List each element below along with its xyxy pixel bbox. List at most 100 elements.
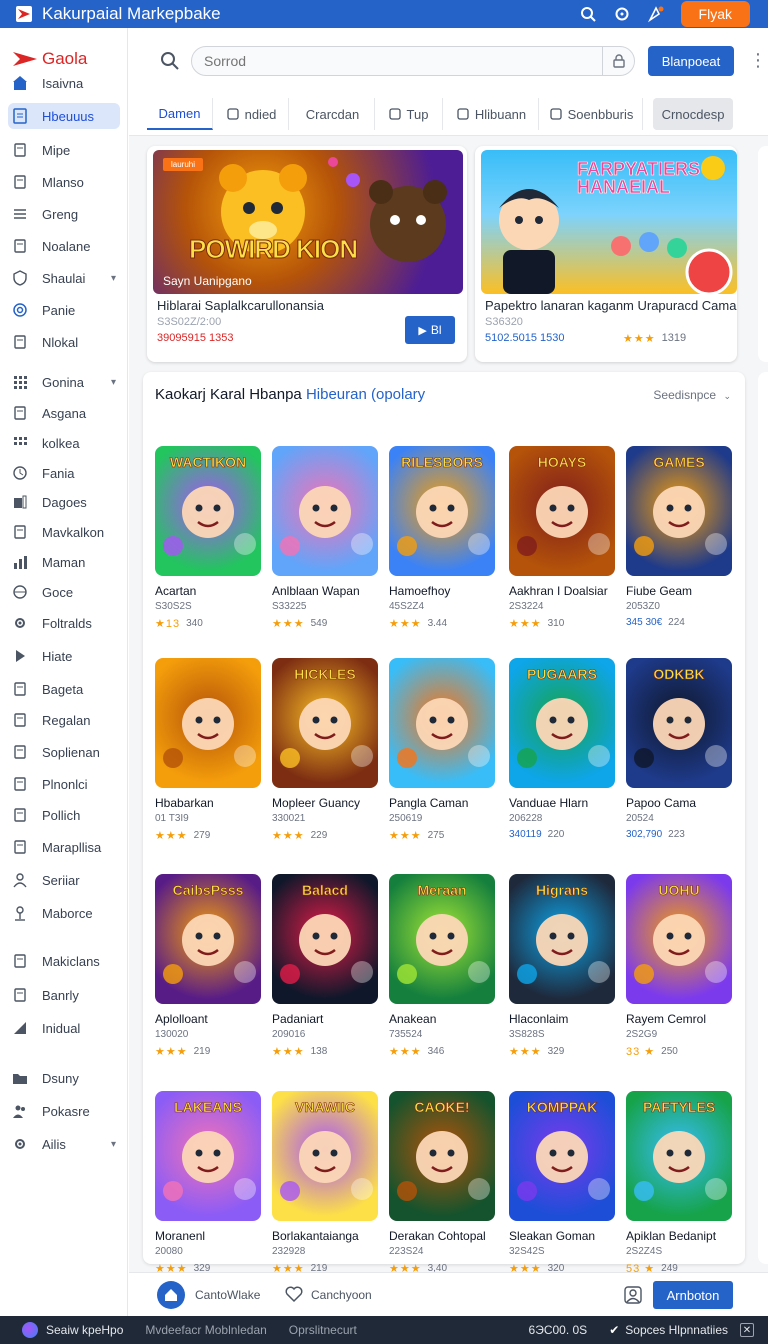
tab[interactable]: Soenbburis [541, 98, 643, 130]
game-card[interactable]: HICKLES Mopleer Guancy 330021 ★★★ 229 [272, 658, 378, 842]
close-icon[interactable]: ✕ [740, 1323, 754, 1337]
sidebar-item[interactable]: Dsuny [8, 1065, 120, 1091]
chevron-down-icon[interactable]: ▾ [111, 377, 116, 388]
sidebar-item[interactable]: Gonina ▾ [8, 369, 120, 395]
sidebar-item[interactable]: Goce [8, 579, 120, 605]
featured-play-button[interactable]: ▶ Bl [405, 316, 455, 344]
search-icon[interactable] [579, 5, 597, 23]
lock-icon[interactable] [602, 47, 634, 75]
sidebar-item[interactable]: Bageta [8, 676, 120, 702]
extension-icon[interactable] [647, 5, 665, 23]
sidebar-item[interactable]: Maborce [8, 900, 120, 926]
game-card[interactable]: Meraan Anakean 735524 ★★★ 346 [389, 874, 495, 1058]
sidebar-item[interactable]: Mavkalkon [8, 519, 120, 545]
game-card[interactable]: CaibsPsss Aplolloant 130020 ★★★ 219 [155, 874, 261, 1058]
game-card[interactable]: Balacd Padaniart 209016 ★★★ 138 [272, 874, 378, 1058]
refresh-icon[interactable] [613, 5, 631, 23]
sidebar-item[interactable]: Nlokal [8, 329, 120, 355]
user-icon[interactable] [623, 1285, 643, 1305]
game-id: S30S2S [155, 601, 192, 612]
sidebar-item[interactable]: Mipe [8, 137, 120, 163]
game-card[interactable]: GAMES Fiube Geam 2053Z0 345 30€ 224 [626, 446, 732, 628]
target-icon [12, 302, 28, 318]
sidebar-item[interactable]: Panie [8, 297, 120, 323]
rating-stars: ★★★ [389, 830, 422, 842]
sidebar-item[interactable]: Dagoes [8, 489, 120, 515]
game-card[interactable]: Anlblaan Wapan S33225 ★★★ 549 [272, 446, 378, 630]
game-card[interactable]: Higrans Hlaconlaim 3S828S ★★★ 329 [509, 874, 615, 1058]
game-card[interactable]: HOAYS Aakhran I Doalsiar 2S3224 ★★★ 310 [509, 446, 615, 630]
action-button[interactable]: Arnboton [653, 1281, 733, 1309]
chevron-down-icon: ⌄ [723, 391, 731, 401]
sidebar-item[interactable]: Mlanso [8, 169, 120, 195]
game-art-title: RILESBORS [401, 454, 483, 470]
search-icon[interactable] [159, 50, 181, 72]
status-label[interactable]: Sopces Hlpnnatiies [625, 1323, 728, 1337]
game-card[interactable]: WACTIKON Acartan S30S2S ★13 340 [155, 446, 261, 630]
sidebar-item[interactable]: Maman [8, 549, 120, 575]
game-card[interactable]: LAKEANS Moranenl 20080 ★★★ 329 [155, 1091, 261, 1275]
game-title: Anlblaan Wapan [272, 584, 360, 598]
status-left[interactable]: Seaiw kpeHpo [46, 1323, 123, 1337]
sidebar-item[interactable]: Isaivna [8, 70, 120, 96]
sidebar-item[interactable]: Seriiar [8, 867, 120, 893]
tab[interactable]: ndied [215, 98, 289, 130]
fly-button[interactable]: Flyak [680, 1, 750, 27]
game-thumbnail: Balacd [272, 874, 378, 1004]
sidebar-item[interactable]: Fania [8, 460, 120, 486]
sidebar-item[interactable]: Regalan [8, 707, 120, 733]
search-input[interactable] [192, 53, 602, 69]
sidebar-item[interactable]: Banrly [8, 982, 120, 1008]
sidebar-item[interactable]: Marapllisa [8, 834, 120, 860]
featured-card-next[interactable] [758, 146, 768, 362]
featured-card[interactable]: lauruhi POWIRD KION Sayn Uanipgano Hibla… [147, 146, 467, 362]
home-label[interactable]: CantoWlake [195, 1288, 260, 1302]
heart-icon[interactable] [285, 1285, 303, 1303]
tab[interactable]: Damen [147, 98, 213, 130]
sidebar-item[interactable]: Pollich [8, 802, 120, 828]
favorites-label[interactable]: Canchyoon [311, 1288, 372, 1302]
game-card[interactable]: Hbabarkan 01 T3I9 ★★★ 279 [155, 658, 261, 842]
game-card[interactable]: UOHU Rayem Cemrol 2S2G9 33 ★ 250 [626, 874, 732, 1058]
sidebar-item[interactable]: Inidual [8, 1015, 120, 1041]
sidebar-item[interactable]: kolkea [8, 430, 120, 456]
chevron-down-icon[interactable]: ▾ [111, 1139, 116, 1150]
game-card[interactable]: Pangla Caman 250619 ★★★ 275 [389, 658, 495, 842]
more-options-icon[interactable]: ⋮ [749, 50, 767, 70]
sidebar-item[interactable]: Asgana [8, 400, 120, 426]
game-card[interactable]: VNAWIIC Borlakantaianga 232928 ★★★ 219 [272, 1091, 378, 1275]
game-title: Hamoefhoy [389, 584, 451, 598]
game-card[interactable]: PAFTYLES Apiklan Bedanipt 2S2Z4S 53 ★ 249 [626, 1091, 732, 1275]
status-item[interactable]: Oprslitnecurt [289, 1323, 357, 1337]
sidebar-item[interactable]: Makiclans [8, 948, 120, 974]
featured-card[interactable]: FARPYATIERS HANAEIAL Papektro lanaran ka… [475, 146, 737, 362]
sidebar-item-label: Dagoes [42, 494, 87, 510]
sidebar-item[interactable]: Shaulai ▾ [8, 265, 120, 291]
game-card[interactable]: ODKBK Papoo Cama 20524 302,790 223 [626, 658, 732, 840]
sidebar-item[interactable]: Soplienan [8, 739, 120, 765]
home-icon[interactable] [157, 1281, 185, 1309]
sort-label: Seedisnpce [653, 388, 717, 402]
sidebar-item[interactable]: Hbeuuus [8, 103, 120, 129]
sidebar-item[interactable]: Greng [8, 201, 120, 227]
sidebar-item[interactable]: Foltralds [8, 610, 120, 636]
sidebar-item-label: Greng [42, 206, 79, 222]
tab[interactable]: Tup [375, 98, 443, 130]
tab[interactable]: Crnocdesp [653, 98, 733, 130]
sidebar-item[interactable]: Ailis ▾ [8, 1131, 120, 1157]
tab[interactable]: Crarcdan [291, 98, 375, 130]
grid-icon [12, 374, 28, 390]
game-card[interactable]: KOMPPAK Sleakan Goman 32S42S ★★★ 320 [509, 1091, 615, 1275]
sidebar-item[interactable]: Noalane [8, 233, 120, 259]
primary-button[interactable]: Blanpoeat [648, 46, 734, 76]
game-card[interactable]: PUGAARS Vanduae Hlarn 206228 340119 220 [509, 658, 615, 840]
tab[interactable]: Hlibuann [445, 98, 539, 130]
sidebar-item[interactable]: Pokasre [8, 1098, 120, 1124]
status-item[interactable]: Mvdeefacr Moblnledan [145, 1323, 266, 1337]
game-card[interactable]: RILESBORS Hamoefhoy 45S2Z4 ★★★ 3.44 [389, 446, 495, 630]
chevron-down-icon[interactable]: ▾ [111, 273, 116, 284]
sidebar-item[interactable]: Hiate [8, 643, 120, 669]
sidebar-item[interactable]: Plnonlci [8, 771, 120, 797]
sort-dropdown[interactable]: Seedisnpce ⌄ [653, 388, 731, 402]
game-card[interactable]: CAOKE! Derakan Cohtopal 223S24 ★★★ 3,40 [389, 1091, 495, 1275]
